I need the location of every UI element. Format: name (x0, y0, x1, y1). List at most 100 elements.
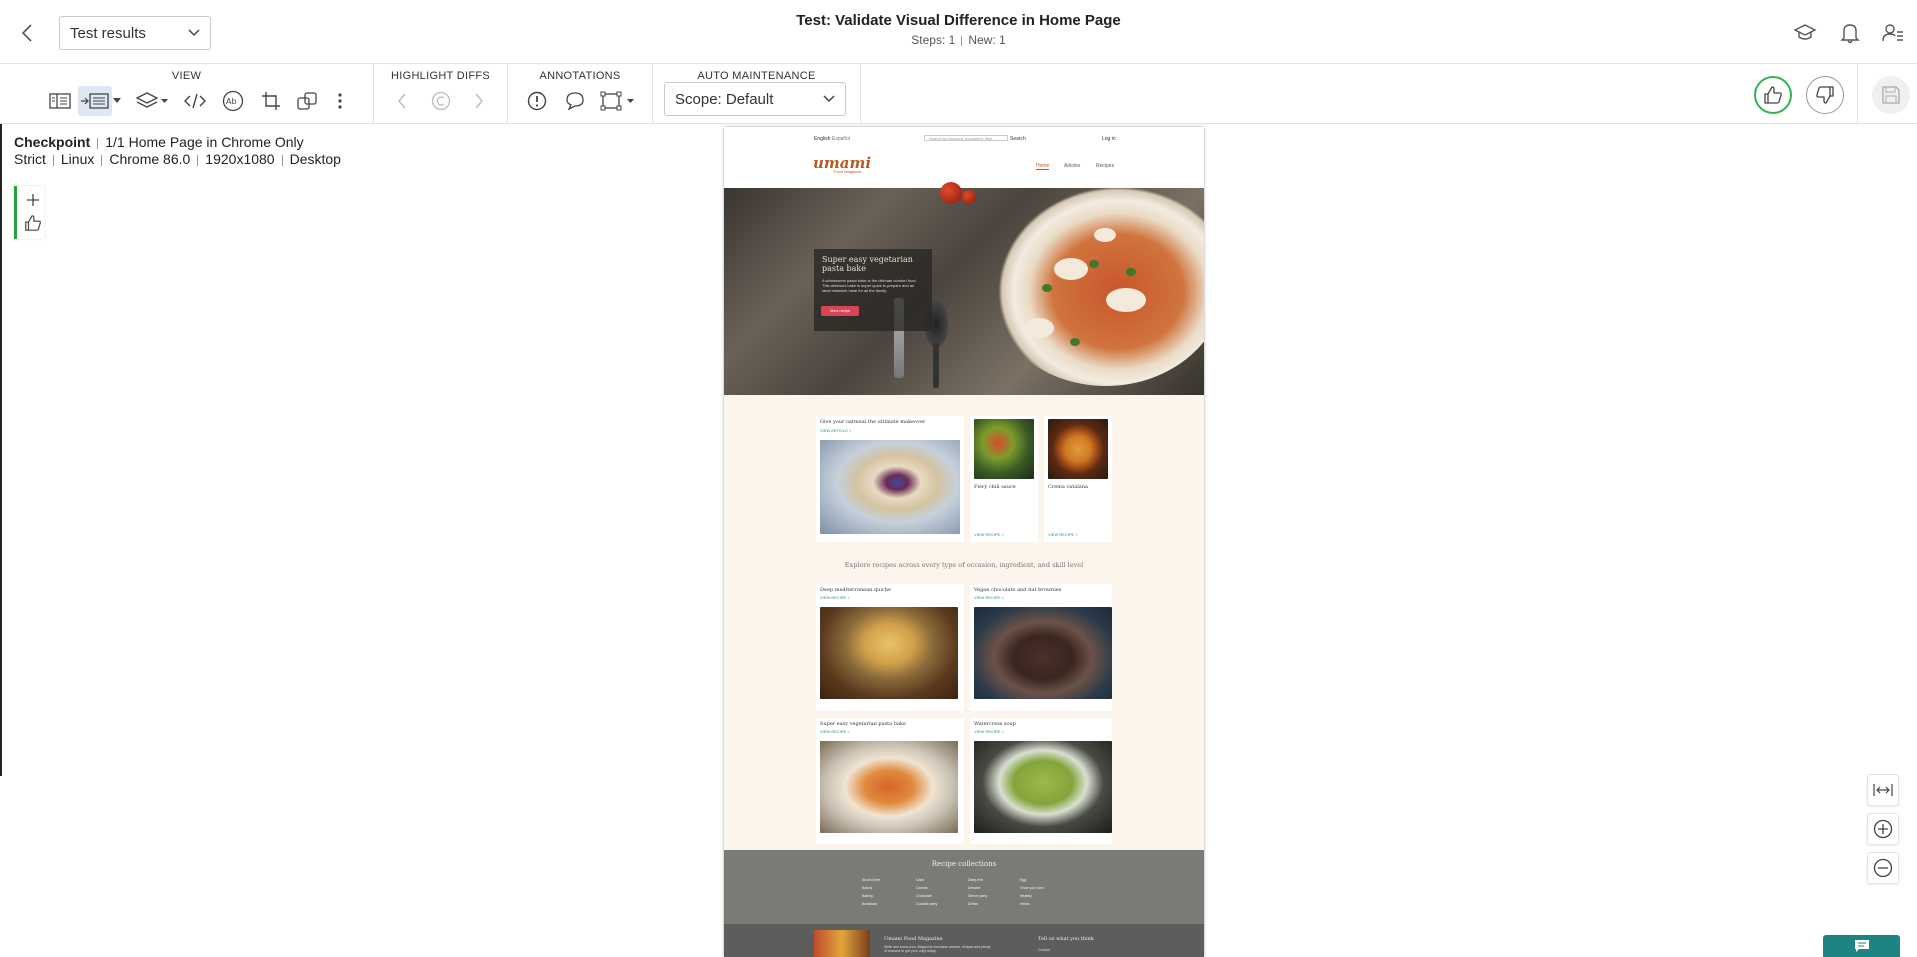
site-search-button: Search (1010, 136, 1026, 142)
auto-maintenance-label: AUTO MAINTENANCE (697, 70, 816, 82)
zoom-out-icon (1873, 858, 1893, 878)
site-nav-recipes: Recipes (1096, 163, 1115, 169)
checkpoint-image[interactable]: English Español Search by keyword, ingre… (724, 127, 1204, 957)
watercress-soup-image (974, 741, 1112, 833)
target-icon (431, 91, 451, 111)
reject-button[interactable] (1806, 76, 1844, 114)
step-status-card (14, 186, 44, 239)
remark-annotation-button[interactable] (560, 86, 590, 116)
zoom-in-icon (1873, 819, 1893, 839)
basil-image (1126, 268, 1136, 276)
spell-check-icon: Ab (222, 90, 244, 112)
footer-contact: Contact (1038, 948, 1051, 952)
step-accept-status[interactable] (23, 213, 43, 233)
highlight-diffs-label: HIGHLIGHT DIFFS (390, 70, 491, 82)
cheese-image (1094, 228, 1116, 242)
dom-view-button[interactable] (180, 86, 210, 116)
footer-feedback-title: Tell us what you think (1038, 936, 1094, 942)
scope-select[interactable]: Scope: Default (664, 82, 846, 116)
site-nav-articles: Articles (1064, 163, 1081, 169)
collection-item: Baking (862, 894, 873, 898)
zoom-in-button[interactable] (1867, 813, 1899, 845)
feature-title: Give your oatmeal the ultimate makeover (820, 419, 926, 425)
highlight-toggle-button[interactable] (426, 86, 456, 116)
caret-down-icon (113, 98, 121, 103)
zoom-out-button[interactable] (1867, 852, 1899, 884)
annotations-group: ANNOTATIONS (508, 64, 653, 123)
view-group-label: VIEW (171, 70, 202, 82)
hero-button: View recipe (821, 306, 859, 316)
crema-catalana-image (1048, 419, 1108, 479)
split-view-icon (81, 93, 109, 109)
side-by-side-button[interactable] (46, 86, 76, 116)
collection-item: Dinner party (968, 894, 988, 898)
site-collections: Recipe collections Alcohol free Baked Ba… (724, 850, 1204, 924)
chevron-left-icon (398, 93, 406, 109)
grid-card-title: Watercress soup (974, 721, 1016, 727)
toolbar-divider (1857, 64, 1858, 123)
layers-button[interactable] (134, 86, 170, 116)
site-hero: Super easy vegetarian pasta bake A whole… (724, 176, 1204, 395)
annotations-label: ANNOTATIONS (539, 70, 621, 82)
layers-icon (135, 92, 168, 108)
more-options-button[interactable] (330, 86, 350, 116)
save-icon (1882, 86, 1900, 104)
os-name: Linux (60, 151, 95, 167)
view-group: VIEW Ab (0, 64, 374, 123)
scope-select-value: Scope: Default (675, 90, 774, 108)
site-recipe-card: Crema catalana VIEW RECIPE > (1044, 416, 1112, 542)
next-diff-button[interactable] (464, 86, 494, 116)
collection-item: Egg (1020, 878, 1027, 882)
fit-width-button[interactable] (1867, 774, 1899, 806)
issue-annotation-button[interactable] (522, 86, 552, 116)
collection-item: Chocolate (916, 894, 932, 898)
collection-item: Dairy-free (968, 878, 984, 882)
side-by-side-icon (49, 93, 71, 109)
grid-card-title: Super easy vegetarian pasta bake (820, 721, 906, 727)
code-icon (184, 93, 206, 109)
fit-width-icon (1873, 784, 1893, 796)
graduation-cap-icon (1793, 24, 1817, 40)
save-button[interactable] (1872, 76, 1910, 114)
magazine-cover-image (814, 930, 870, 957)
chat-button[interactable] (1823, 935, 1900, 957)
collection-item: Carrots (916, 886, 928, 890)
site-login: Log in (1102, 136, 1116, 142)
tutorials-button[interactable] (1792, 20, 1818, 46)
grid-card-link: VIEW RECIPE > (820, 595, 850, 600)
collection-item: Baked (862, 886, 872, 890)
site-logo-sub: Food Magazine (834, 169, 862, 174)
collection-item: Cake (916, 878, 925, 882)
grid-card-title: Deep mediterranean quiche (820, 587, 891, 593)
plus-icon (27, 194, 39, 206)
region-annotation-button[interactable] (598, 86, 638, 116)
grid-card-title: Vegan chocolate and nut brownies (974, 587, 1062, 593)
thumbs-down-icon (1816, 86, 1834, 104)
prev-diff-button[interactable] (387, 86, 417, 116)
test-summary: Steps: 1 New: 1 (0, 33, 1917, 47)
collection-item: Breakfast (862, 902, 877, 906)
compare-regions-button[interactable] (292, 86, 322, 116)
hero-card: Super easy vegetarian pasta bake A whole… (814, 249, 932, 331)
text-compare-button[interactable]: Ab (218, 86, 248, 116)
chili-sauce-image (974, 419, 1034, 479)
device-type: Desktop (289, 151, 341, 167)
user-menu-button[interactable] (1880, 20, 1906, 46)
match-level: Strict (14, 151, 46, 167)
notifications-button[interactable] (1837, 20, 1863, 46)
thumbs-up-icon (1764, 86, 1782, 104)
view-mode-dropdown[interactable] (110, 86, 124, 116)
accept-button[interactable] (1754, 76, 1792, 114)
split-view-button[interactable] (78, 86, 112, 116)
footer-magazine-title: Umami Food Magazine (884, 936, 943, 942)
cheese-image (1054, 258, 1088, 280)
add-annotation-button[interactable] (23, 190, 43, 210)
site-lang-english: English (814, 136, 831, 142)
comment-icon (566, 92, 584, 111)
site-explore-text: Explore recipes across every type of occ… (844, 561, 1084, 569)
collection-item: Grow your own (1020, 886, 1044, 890)
site-search: Search by keyword, ingredient, dish (924, 135, 1008, 141)
feature-link: VIEW ARTICLE > (820, 428, 852, 433)
crop-button[interactable] (256, 86, 286, 116)
user-settings-icon (1882, 24, 1903, 42)
